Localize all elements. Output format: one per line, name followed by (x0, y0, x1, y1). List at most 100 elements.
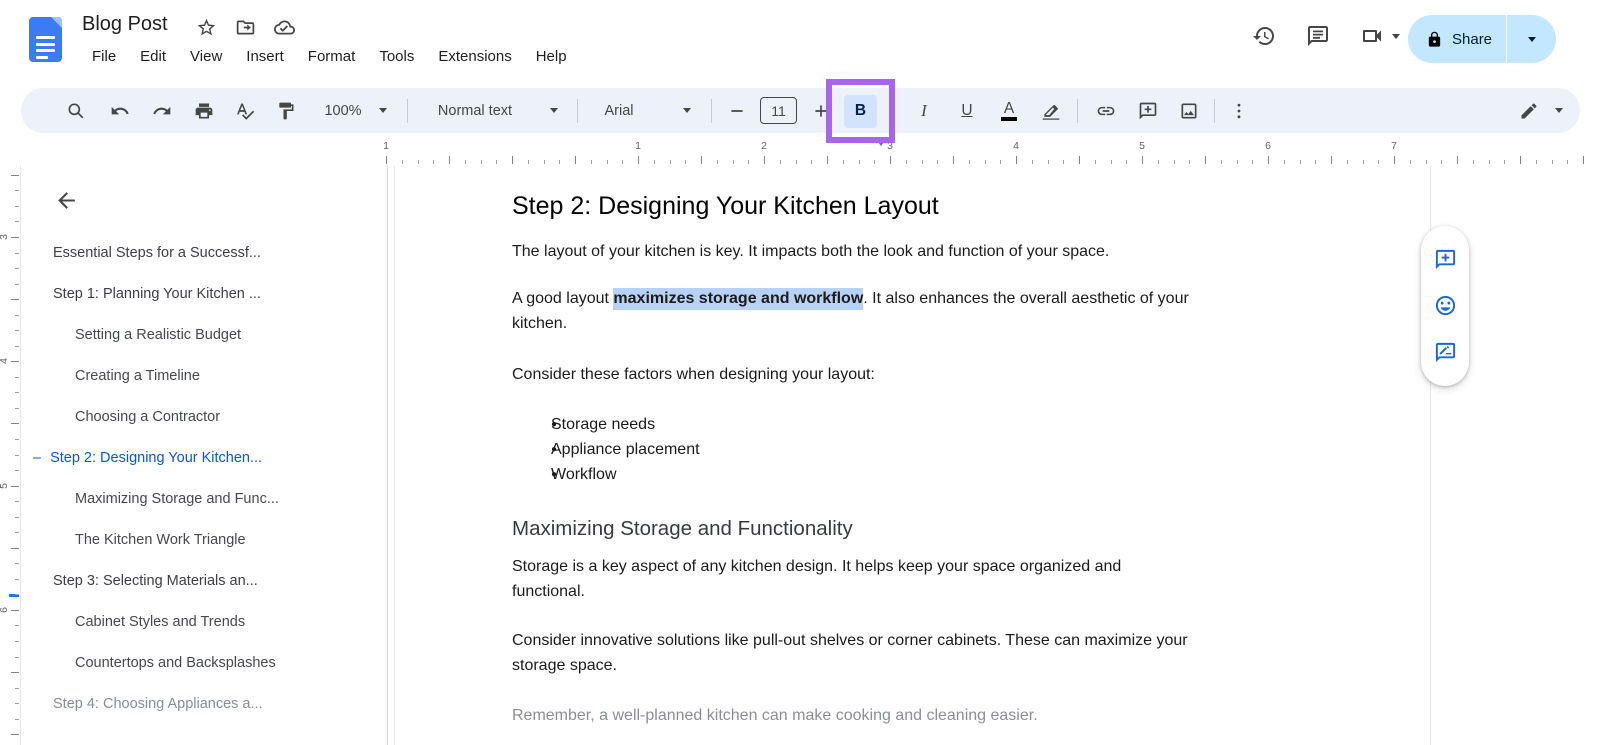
outline-item[interactable]: Cabinet Styles and Trends (75, 614, 245, 630)
ruler-tick (15, 252, 19, 254)
google-docs-logo-icon[interactable] (29, 17, 62, 62)
menu-extensions[interactable]: Extensions (426, 45, 523, 68)
menu-bar: File Edit View Insert Format Tools Extensions H… (80, 45, 579, 68)
editing-mode-caret[interactable] (1553, 88, 1565, 133)
outline-item[interactable]: Maximizing Storage and Func... (75, 491, 279, 507)
doc-paragraph[interactable]: Storage is a key aspect of any kitchen d… (512, 554, 1318, 604)
menu-tools[interactable]: Tools (367, 45, 426, 68)
move-folder-icon[interactable] (235, 17, 256, 38)
more-options-icon[interactable] (1226, 88, 1252, 133)
print-icon[interactable] (191, 88, 217, 133)
ruler-tick (11, 547, 19, 549)
menu-file[interactable]: File (80, 45, 128, 68)
ruler-tick (15, 221, 19, 223)
ruler-tick (1126, 160, 1128, 164)
doc-paragraph-faded[interactable]: Remember, a well-planned kitchen can mak… (512, 703, 1318, 728)
undo-icon[interactable] (107, 88, 133, 133)
share-button[interactable]: Share (1408, 15, 1556, 63)
share-dropdown[interactable] (1507, 36, 1556, 42)
ruler-tick (1583, 156, 1584, 164)
ruler-tick (15, 376, 19, 378)
text-color-button[interactable]: A (996, 88, 1022, 133)
outline-item[interactable]: – Step 2: Designing Your Kitchen... (33, 450, 262, 466)
ruler-tick (15, 345, 19, 347)
star-icon[interactable] (196, 17, 217, 38)
editing-mode-pen-icon[interactable] (1516, 88, 1542, 133)
italic-button[interactable]: I (911, 88, 937, 133)
ruler-tick (937, 160, 939, 164)
bullet-item[interactable]: ● Storage needs (512, 412, 1318, 437)
spell-check-icon[interactable] (232, 88, 258, 133)
doc-heading-1[interactable]: Step 2: Designing Your Kitchen Layout (512, 190, 1318, 222)
bullet-item[interactable]: ● Workflow (512, 462, 1318, 487)
ruler-tick (15, 594, 19, 596)
paragraph-style-select[interactable]: Normal text (427, 88, 523, 133)
decrease-font-size-button[interactable] (724, 88, 750, 133)
ruler-tick (464, 160, 466, 164)
video-camera-icon (1360, 24, 1384, 48)
outline-item[interactable]: Choosing a Contractor (75, 409, 220, 425)
doc-paragraph[interactable]: Consider these factors when designing yo… (512, 362, 1318, 387)
comments-icon[interactable] (1306, 24, 1330, 48)
close-outline-back-arrow-icon[interactable] (54, 188, 79, 218)
insert-link-icon[interactable] (1093, 88, 1119, 133)
font-select[interactable]: Arial (597, 88, 641, 133)
outline-item[interactable]: Essential Steps for a Successf... (53, 245, 261, 261)
doc-heading-2[interactable]: Maximizing Storage and Functionality (512, 516, 1318, 542)
insert-image-icon[interactable] (1176, 88, 1202, 133)
emoji-reaction-icon[interactable] (1434, 294, 1457, 317)
bullet-item[interactable]: ● Appliance placement (512, 437, 1318, 462)
outline-item[interactable]: Step 3: Selecting Materials an... (53, 573, 258, 589)
video-call-button[interactable] (1360, 24, 1400, 48)
ruler-tick (449, 156, 450, 164)
add-comment-icon[interactable] (1434, 248, 1457, 271)
suggest-edits-icon[interactable] (1434, 341, 1457, 364)
doc-paragraph-with-selection[interactable]: A good layout maximizes storage and work… (512, 286, 1318, 336)
zoom-dropdown-caret[interactable] (377, 88, 389, 133)
zoom-select[interactable]: 100% (317, 88, 369, 133)
horizontal-ruler[interactable]: 11234567 (375, 138, 1600, 166)
ruler-tick (1441, 160, 1443, 164)
search-menus-icon[interactable] (63, 88, 89, 133)
document-editing-area[interactable]: Step 2: Designing Your Kitchen Layout Th… (395, 166, 1430, 745)
font-dropdown-caret[interactable] (681, 88, 693, 133)
menu-view[interactable]: View (178, 45, 234, 68)
menu-insert[interactable]: Insert (234, 45, 296, 68)
outline-item[interactable]: Step 4: Choosing Appliances a... (53, 696, 263, 712)
document-title[interactable]: Blog Post (82, 13, 168, 36)
ruler-tick (15, 392, 19, 394)
share-label: Share (1452, 30, 1493, 48)
ruler-tick (921, 160, 923, 164)
outline-item[interactable]: Setting a Realistic Budget (75, 327, 241, 343)
paint-format-icon[interactable] (273, 88, 299, 133)
outline-item[interactable]: The Kitchen Work Triangle (75, 532, 246, 548)
highlight-color-icon[interactable] (1037, 88, 1065, 133)
redo-icon[interactable] (149, 88, 175, 133)
selected-bold-text[interactable]: maximizes storage and workflow (613, 288, 864, 310)
doc-paragraph[interactable]: The layout of your kitchen is key. It im… (512, 239, 1318, 264)
version-history-icon[interactable] (1252, 24, 1276, 48)
menu-format[interactable]: Format (296, 45, 368, 68)
underline-button[interactable]: U (954, 88, 980, 133)
doc-paragraph[interactable]: Consider innovative solutions like pull-… (512, 628, 1318, 678)
cloud-saved-icon[interactable] (274, 17, 295, 38)
ruler-number: 4 (1013, 140, 1019, 152)
add-comment-icon[interactable] (1135, 88, 1161, 133)
ruler-tick (11, 423, 19, 425)
ruler-number: 1 (383, 140, 389, 152)
doc-bullet-list[interactable]: ● Storage needs ● Appliance placement ● Workf… (512, 412, 1318, 487)
ruler-tick (1236, 160, 1238, 164)
menu-edit[interactable]: Edit (128, 45, 178, 68)
menu-help[interactable]: Help (524, 45, 579, 68)
ruler-tick (575, 156, 576, 164)
ruler-tick (1000, 160, 1002, 164)
font-size-input[interactable]: 11 (760, 97, 797, 124)
ruler-tick (1031, 160, 1033, 164)
outline-item[interactable]: Step 1: Planning Your Kitchen ... (53, 286, 261, 302)
ruler-tick (701, 156, 702, 164)
left-indent-marker[interactable] (875, 138, 887, 164)
ruler-tick (1315, 160, 1317, 164)
outline-item[interactable]: Creating a Timeline (75, 368, 200, 384)
outline-item[interactable]: Countertops and Backsplashes (75, 655, 276, 671)
style-dropdown-caret[interactable] (548, 88, 560, 133)
